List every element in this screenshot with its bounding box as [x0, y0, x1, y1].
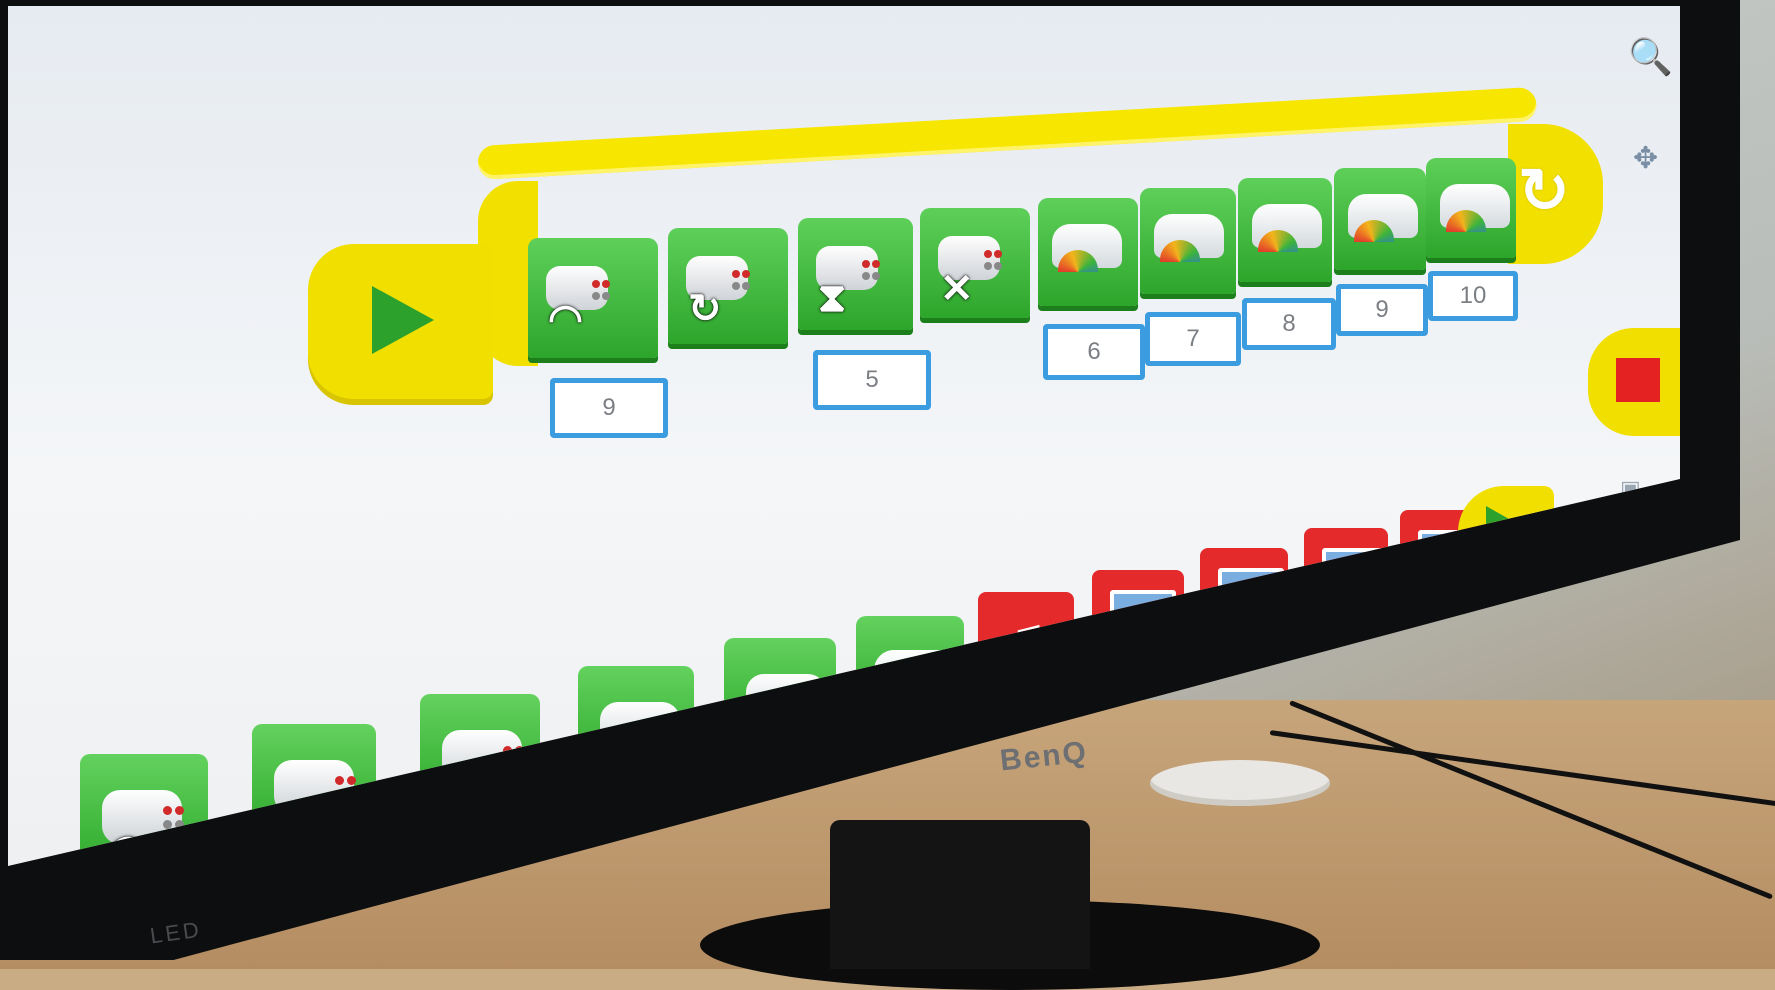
param-input[interactable]: 6	[1043, 324, 1145, 380]
repeat-loop-top	[477, 86, 1538, 180]
light-block[interactable]	[1238, 178, 1332, 282]
motor-on-for-icon: ⧗	[818, 276, 847, 320]
param-input[interactable]: 7	[1145, 312, 1241, 366]
recenter-icon[interactable]: ✥	[1633, 141, 1658, 176]
repeat-icon[interactable]: ↻	[1518, 154, 1570, 227]
param-input[interactable]: 8	[1242, 298, 1336, 350]
play-icon	[372, 286, 434, 354]
desk-cable-grommet	[1150, 760, 1330, 806]
light-block[interactable]	[1140, 188, 1236, 294]
motor-clockwise-block[interactable]: ↻	[668, 228, 788, 344]
monitor-stand	[830, 820, 1090, 969]
param-input[interactable]: 9	[1336, 284, 1428, 336]
zoom-out-icon[interactable]: 🔍	[1628, 36, 1673, 78]
motor-off-icon: ✕	[940, 267, 974, 311]
light-block[interactable]	[1426, 158, 1516, 258]
motor-power-icon: ◠	[548, 297, 583, 341]
start-block[interactable]	[308, 244, 493, 399]
light-block[interactable]	[1038, 198, 1138, 306]
motor-clockwise-icon: ↻	[688, 287, 722, 331]
motor-power-block[interactable]: ◠	[528, 238, 658, 358]
param-input[interactable]: 10	[1428, 271, 1518, 321]
stop-icon	[1616, 358, 1660, 402]
param-input[interactable]: 9	[550, 378, 668, 438]
param-input[interactable]: 5	[813, 350, 931, 410]
motor-on-for-block[interactable]: ⧗	[798, 218, 913, 330]
light-block[interactable]	[1334, 168, 1426, 270]
motor-off-block[interactable]: ✕	[920, 208, 1030, 318]
